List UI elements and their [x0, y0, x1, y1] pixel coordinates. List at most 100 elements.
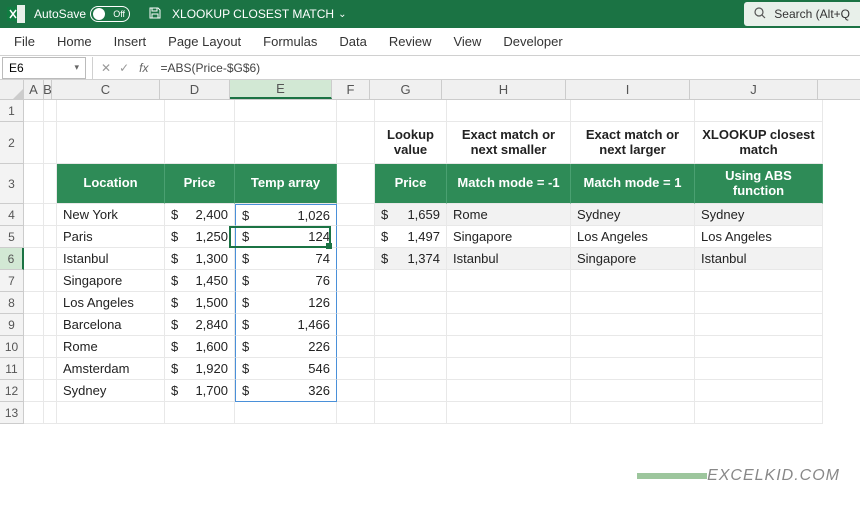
cell-temp-array[interactable]: $1,466	[235, 314, 337, 336]
cell-price[interactable]: $1,250	[165, 226, 235, 248]
cell[interactable]	[44, 164, 57, 204]
cell[interactable]	[571, 380, 695, 402]
cell[interactable]	[44, 292, 57, 314]
cell[interactable]	[235, 122, 337, 164]
cell-price[interactable]: $1,920	[165, 358, 235, 380]
cell[interactable]	[695, 358, 823, 380]
cell[interactable]	[24, 100, 44, 122]
fx-icon[interactable]: fx	[139, 61, 148, 75]
cell[interactable]	[571, 336, 695, 358]
cell[interactable]	[571, 314, 695, 336]
cell[interactable]	[24, 336, 44, 358]
cell-match-larger[interactable]: Sydney	[571, 204, 695, 226]
rowhead-3[interactable]: 3	[0, 164, 24, 204]
rowhead-7[interactable]: 7	[0, 270, 24, 292]
cell[interactable]	[57, 100, 165, 122]
cell[interactable]	[447, 358, 571, 380]
cell[interactable]	[447, 270, 571, 292]
cell[interactable]	[375, 100, 447, 122]
cell[interactable]	[337, 292, 375, 314]
cell[interactable]	[695, 270, 823, 292]
cell-temp-array[interactable]: $124	[235, 226, 337, 248]
enter-icon[interactable]: ✓	[115, 61, 133, 75]
cell[interactable]	[24, 292, 44, 314]
cell[interactable]	[235, 100, 337, 122]
cell[interactable]	[165, 402, 235, 424]
cell-temp-array[interactable]: $126	[235, 292, 337, 314]
cell[interactable]	[44, 314, 57, 336]
excel-app-icon[interactable]	[4, 2, 28, 26]
cell-match-larger[interactable]: Los Angeles	[571, 226, 695, 248]
cell-price[interactable]: $1,500	[165, 292, 235, 314]
workbook-title[interactable]: XLOOKUP CLOSEST MATCH	[172, 7, 334, 21]
rowhead-10[interactable]: 10	[0, 336, 24, 358]
cell-temp-array[interactable]: $74	[235, 248, 337, 270]
cell-temp-array[interactable]: $76	[235, 270, 337, 292]
col-E[interactable]: E	[230, 80, 332, 99]
cell-location[interactable]: Barcelona	[57, 314, 165, 336]
cell-temp-array[interactable]: $326	[235, 380, 337, 402]
header-next-larger[interactable]: Exact match or next larger	[571, 122, 695, 164]
cell-location[interactable]: Sydney	[57, 380, 165, 402]
cell[interactable]	[337, 314, 375, 336]
rowhead-2[interactable]: 2	[0, 122, 24, 164]
cell[interactable]	[571, 358, 695, 380]
cell-lookup-price[interactable]: $1,497	[375, 226, 447, 248]
cell[interactable]	[24, 402, 44, 424]
cell[interactable]	[24, 248, 44, 270]
cell[interactable]	[57, 402, 165, 424]
cell-location[interactable]: Istanbul	[57, 248, 165, 270]
col-header-price-lookup[interactable]: Price	[375, 164, 447, 204]
cell[interactable]	[24, 204, 44, 226]
select-all-corner[interactable]	[0, 80, 24, 99]
cell[interactable]	[44, 226, 57, 248]
tab-developer[interactable]: Developer	[503, 34, 562, 49]
tab-formulas[interactable]: Formulas	[263, 34, 317, 49]
cell-closest-match[interactable]: Los Angeles	[695, 226, 823, 248]
cell-match-smaller[interactable]: Singapore	[447, 226, 571, 248]
rowhead-1[interactable]: 1	[0, 100, 24, 122]
cell[interactable]	[24, 380, 44, 402]
autosave-control[interactable]: AutoSave Off	[34, 6, 130, 22]
cell[interactable]	[571, 270, 695, 292]
rowhead-8[interactable]: 8	[0, 292, 24, 314]
cell[interactable]	[44, 122, 57, 164]
col-F[interactable]: F	[332, 80, 370, 99]
search-box[interactable]: Search (Alt+Q	[744, 2, 860, 26]
col-header-mode-1[interactable]: Match mode = 1	[571, 164, 695, 204]
cell[interactable]	[695, 402, 823, 424]
cell[interactable]	[375, 270, 447, 292]
rowhead-9[interactable]: 9	[0, 314, 24, 336]
cell[interactable]	[571, 100, 695, 122]
cell[interactable]	[44, 204, 57, 226]
tab-data[interactable]: Data	[339, 34, 366, 49]
cell[interactable]	[447, 292, 571, 314]
formula-input[interactable]	[154, 61, 860, 75]
cell[interactable]	[695, 100, 823, 122]
col-G[interactable]: G	[370, 80, 442, 99]
header-lookup-value[interactable]: Lookup value	[375, 122, 447, 164]
cell[interactable]	[165, 122, 235, 164]
cell[interactable]	[337, 100, 375, 122]
cell[interactable]	[695, 314, 823, 336]
cell[interactable]	[375, 358, 447, 380]
cell-lookup-price[interactable]: $1,659	[375, 204, 447, 226]
cell[interactable]	[447, 402, 571, 424]
col-header-location[interactable]: Location	[57, 164, 165, 204]
col-H[interactable]: H	[442, 80, 566, 99]
rowhead-12[interactable]: 12	[0, 380, 24, 402]
cell[interactable]	[447, 336, 571, 358]
cell[interactable]	[337, 164, 375, 204]
cell[interactable]	[337, 380, 375, 402]
col-J[interactable]: J	[690, 80, 818, 99]
cell[interactable]	[44, 380, 57, 402]
autosave-toggle[interactable]: Off	[90, 6, 130, 22]
cell[interactable]	[24, 122, 44, 164]
cell[interactable]	[337, 336, 375, 358]
cell-price[interactable]: $1,300	[165, 248, 235, 270]
cell[interactable]	[695, 380, 823, 402]
cell[interactable]	[24, 164, 44, 204]
cell[interactable]	[695, 292, 823, 314]
cell-price[interactable]: $1,600	[165, 336, 235, 358]
rowhead-6[interactable]: 6	[0, 248, 24, 270]
